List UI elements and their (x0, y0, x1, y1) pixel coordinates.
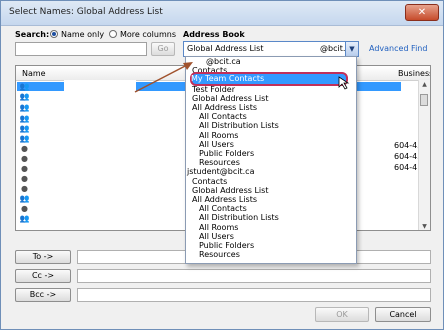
dropdown-option[interactable]: All Users (199, 232, 234, 241)
group-icon: 👥 (19, 82, 30, 91)
dropdown-option[interactable]: All Distribution Lists (199, 213, 279, 222)
person-icon: ● (21, 184, 28, 193)
column-header-business[interactable]: Business (398, 69, 430, 78)
dropdown-option[interactable]: Resources (199, 250, 240, 259)
names-column (64, 80, 136, 230)
person-icon: ● (21, 154, 28, 163)
group-icon: 👥 (19, 134, 30, 143)
close-button[interactable]: ✕ (405, 4, 439, 21)
dropdown-option[interactable]: @bcit.ca (206, 57, 241, 66)
person-icon: ● (21, 174, 28, 183)
dropdown-option[interactable]: Public Folders (199, 241, 254, 250)
dropdown-option[interactable]: All Address Lists (192, 195, 257, 204)
chevron-down-icon: ▼ (349, 45, 355, 53)
dropdown-option[interactable]: jstudent@bcit.ca (187, 167, 254, 176)
advanced-find-link[interactable]: Advanced Find (369, 44, 427, 53)
address-book-selected: Global Address List (187, 44, 264, 53)
close-icon: ✕ (417, 7, 427, 18)
window-title: Select Names: Global Address List (9, 7, 163, 17)
select-names-dialog: Select Names: Global Address List ✕ Sear… (0, 0, 444, 330)
my-team-contacts-option[interactable]: My Team Contacts (191, 74, 264, 83)
dropdown-option[interactable]: Resources (199, 158, 240, 167)
group-icon: 👥 (19, 114, 30, 123)
address-book-select[interactable]: Global Address List @bcit. (183, 41, 359, 57)
annotation-arrow (134, 62, 193, 93)
dropdown-option[interactable]: Contacts (192, 177, 227, 186)
dropdown-option[interactable]: All Contacts (199, 204, 247, 213)
to-button[interactable]: To -> (15, 250, 71, 264)
address-book-label: Address Book (183, 30, 245, 39)
scroll-thumb[interactable] (420, 94, 428, 106)
title-bar: Select Names: Global Address List ✕ (1, 1, 443, 26)
column-header-name[interactable]: Name (22, 69, 46, 78)
person-icon: ● (21, 144, 28, 153)
bcc-button[interactable]: Bcc -> (15, 288, 71, 302)
account-suffix: @bcit. (320, 44, 346, 53)
more-columns-radio[interactable] (109, 30, 117, 38)
scroll-down-icon[interactable]: ▼ (420, 222, 429, 230)
vertical-scrollbar[interactable]: ▲ ▼ (418, 80, 430, 230)
search-input[interactable] (15, 42, 147, 56)
more-columns-label: More columns (120, 30, 176, 39)
dropdown-button[interactable]: ▼ (345, 42, 358, 56)
group-icon: 👥 (19, 194, 30, 203)
go-button[interactable]: Go (151, 42, 175, 56)
person-icon: ● (21, 164, 28, 173)
dropdown-option[interactable]: All Rooms (199, 131, 238, 140)
dropdown-option[interactable]: Public Folders (199, 149, 254, 158)
dropdown-option[interactable]: All Users (199, 140, 234, 149)
cancel-button[interactable]: Cancel (375, 307, 431, 322)
dropdown-option[interactable]: All Rooms (199, 223, 238, 232)
ok-button[interactable]: OK (315, 307, 369, 322)
search-label: Search: (15, 30, 50, 39)
group-icon: 👥 (19, 214, 30, 223)
name-only-label: Name only (61, 30, 105, 39)
dropdown-option[interactable]: Global Address List (192, 186, 268, 195)
bcc-field[interactable] (77, 288, 431, 302)
cc-field[interactable] (77, 269, 431, 283)
dropdown-option[interactable]: All Distribution Lists (199, 121, 279, 130)
scroll-up-icon[interactable]: ▲ (420, 80, 429, 89)
dropdown-option[interactable]: All Contacts (199, 112, 247, 121)
group-icon: 👥 (19, 92, 30, 101)
dropdown-option[interactable]: Global Address List (192, 94, 268, 103)
cc-button[interactable]: Cc -> (15, 269, 71, 283)
mouse-cursor-icon (338, 76, 350, 90)
name-only-radio[interactable] (50, 30, 58, 38)
group-icon: 👥 (19, 124, 30, 133)
group-icon: 👥 (19, 103, 30, 112)
dropdown-option[interactable]: All Address Lists (192, 103, 257, 112)
person-icon: ● (21, 204, 28, 213)
